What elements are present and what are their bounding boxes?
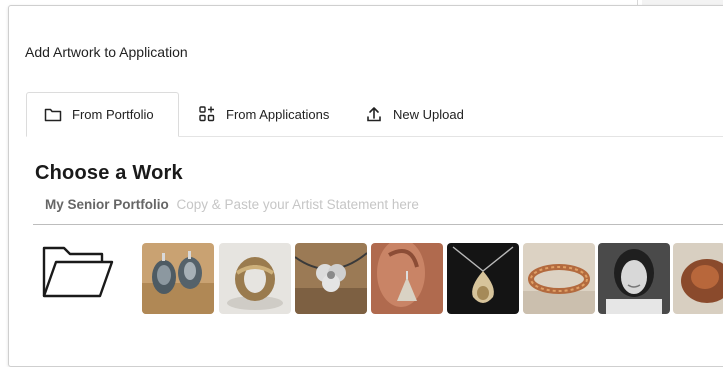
tab-from-applications[interactable]: From Applications bbox=[191, 92, 346, 136]
tab-label: New Upload bbox=[393, 106, 464, 122]
upload-icon bbox=[364, 104, 384, 124]
tab-label: From Portfolio bbox=[72, 107, 154, 122]
portfolio-description: Copy & Paste your Artist Statement here bbox=[176, 197, 419, 212]
tab-from-portfolio[interactable]: From Portfolio bbox=[26, 92, 179, 137]
work-thumbnail-flower-pendant[interactable] bbox=[295, 243, 367, 314]
apps-add-icon bbox=[197, 104, 217, 124]
portfolio-divider bbox=[33, 224, 723, 225]
folder-open-icon[interactable] bbox=[40, 240, 116, 302]
work-thumbnail-ring[interactable] bbox=[219, 243, 291, 314]
source-tabs: From Portfolio From Applications New Upl… bbox=[26, 92, 723, 137]
work-thumbnail-bracelet[interactable] bbox=[523, 243, 595, 314]
portfolio-name: My Senior Portfolio bbox=[45, 197, 169, 212]
tab-label: From Applications bbox=[226, 106, 330, 122]
work-thumbnail-copper-object[interactable] bbox=[673, 243, 723, 314]
portfolio-row: My Senior Portfolio Copy & Paste your Ar… bbox=[45, 197, 419, 212]
dialog-title: Add Artwork to Application bbox=[25, 44, 188, 60]
work-thumbnail-portrait[interactable] bbox=[598, 243, 670, 314]
work-thumbnail-earrings-pair[interactable] bbox=[142, 243, 214, 314]
folder-icon bbox=[43, 105, 63, 125]
work-thumbnail-earring-on-ear[interactable] bbox=[371, 243, 443, 314]
section-heading: Choose a Work bbox=[35, 162, 183, 184]
tab-new-upload[interactable]: New Upload bbox=[357, 92, 507, 136]
work-thumbnail-teardrop-pendant[interactable] bbox=[447, 243, 519, 314]
